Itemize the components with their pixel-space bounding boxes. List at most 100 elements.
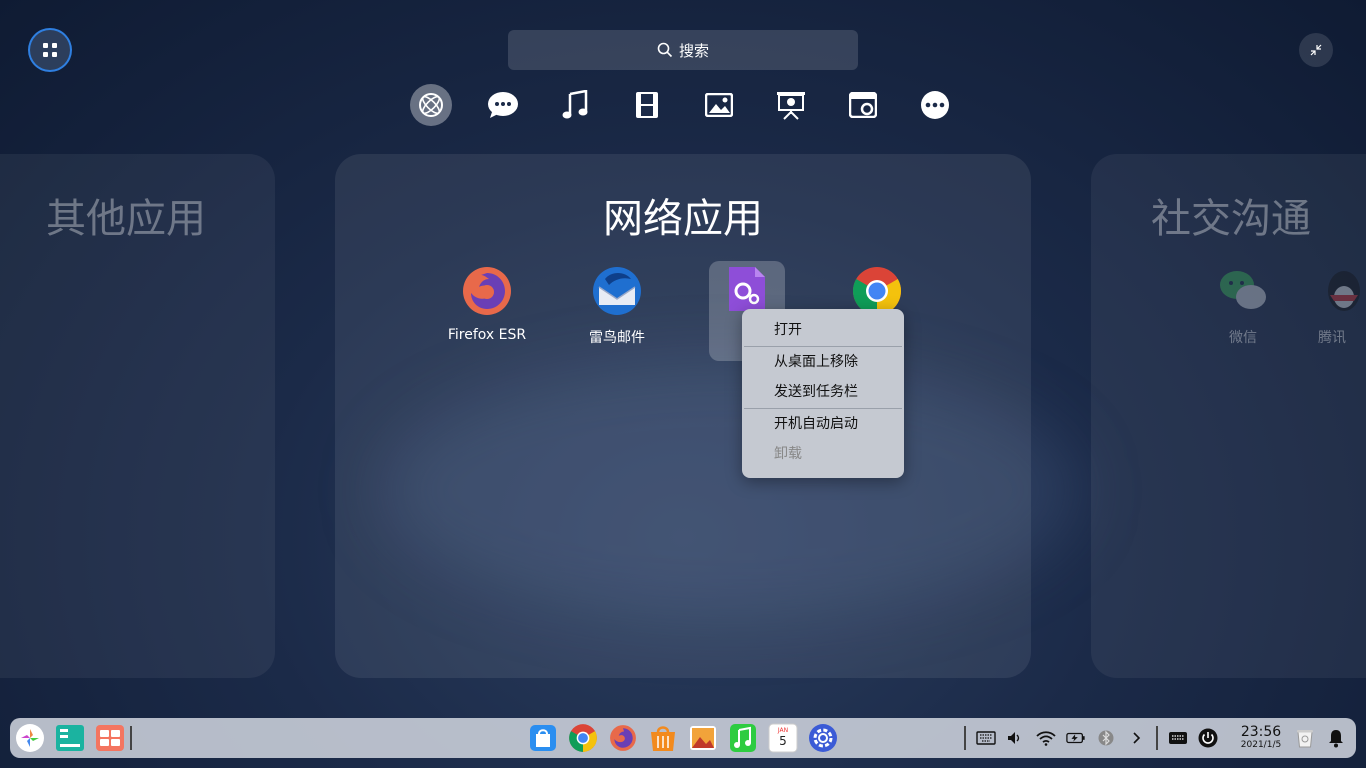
video-icon [636,92,658,118]
search-label: 搜索 [678,41,709,60]
presentation-icon [777,92,805,120]
calendar-day: 5 [779,734,787,748]
app-wechat[interactable]: 微信 [1188,265,1298,347]
dock-separator [130,726,132,750]
wechat-icon [1220,271,1266,309]
battery-charging-icon [1066,732,1085,744]
category-panel-other[interactable]: 其他应用 [0,154,275,678]
dock-firefox[interactable] [607,722,639,754]
trash-icon [1297,730,1313,748]
app-store-icon [530,725,556,751]
dock-app-center[interactable] [647,722,679,754]
tray-bluetooth[interactable] [1096,728,1116,748]
menu-item-send-to-dock[interactable]: 发送到任务栏 [774,381,858,403]
music-icon [562,90,588,119]
internet-icon [419,93,443,117]
settings-app-icon [729,267,765,311]
gear-icon [809,724,837,752]
dock-app-store[interactable] [527,722,559,754]
collapse-icon [1310,44,1322,56]
clock-time: 23:56 [1240,724,1282,740]
app-label: 腾讯 [1318,330,1346,346]
multitask-icon [56,725,84,751]
dock-calendar[interactable]: JAN 5 [767,722,799,754]
category-panel-social[interactable]: 社交沟通 微信 腾讯 [1091,154,1366,678]
music-player-icon [730,724,756,752]
tray-shutdown[interactable] [1198,728,1218,748]
dock-launcher[interactable] [14,722,46,754]
category-video[interactable] [626,84,668,126]
app-firefox-esr[interactable]: Firefox ESR [432,265,542,343]
dock-music[interactable] [727,722,759,754]
shopping-bag-icon [651,726,675,751]
menu-item-remove-from-desktop[interactable]: 从桌面上移除 [774,351,858,373]
panel-title: 网络应用 [603,196,763,242]
dock-control-center[interactable] [807,722,839,754]
image-viewer-icon [690,726,716,750]
tray-volume[interactable] [1004,728,1024,748]
app-label: 微信 [1229,330,1257,346]
exit-fullscreen-button[interactable] [1299,33,1333,67]
category-music[interactable] [554,84,596,126]
dock-image-viewer[interactable] [687,722,719,754]
menu-item-uninstall[interactable]: 卸载 [774,443,802,465]
volume-icon [1008,732,1020,744]
category-bar [410,84,956,126]
tray-battery[interactable] [1066,728,1086,748]
launcher-mode-button[interactable] [30,30,70,70]
category-office[interactable] [770,84,812,126]
tray-notifications[interactable] [1326,728,1346,748]
dock-separator [964,726,966,750]
context-menu: 打开 从桌面上移除 发送到任务栏 开机自动启动 卸载 [742,309,904,478]
panel-title: 其他应用 [46,196,206,242]
tray-keyboard[interactable] [976,728,996,748]
firefox-icon [610,725,636,751]
category-internet[interactable] [410,84,452,126]
chevron-right-icon [1133,732,1141,744]
app-label: 雷鸟邮件 [589,330,645,346]
dock-trash[interactable] [1295,728,1315,748]
bell-icon [1329,730,1343,748]
thunderbird-icon [593,267,641,315]
firefox-icon [463,267,511,315]
menu-separator [744,346,902,347]
calendar-icon: JAN 5 [768,723,798,753]
dock-separator [1156,726,1158,750]
dock: JAN 5 23:56 2021/1/5 [10,718,1356,758]
launcher-icon [16,724,44,752]
menu-item-open[interactable]: 打开 [774,319,802,341]
more-icon [921,91,949,119]
app-thunderbird[interactable]: 雷鸟邮件 [562,265,672,347]
onscreen-keyboard-icon [1169,732,1187,744]
chat-icon [488,92,518,118]
tray-expand[interactable] [1126,728,1146,748]
dock-clock[interactable]: 23:56 2021/1/5 [1233,724,1289,751]
qq-icon [1328,271,1360,311]
category-chat[interactable] [482,84,524,126]
search-icon [657,42,673,58]
category-image[interactable] [698,84,740,126]
developer-icon [849,92,877,118]
image-icon [705,93,733,117]
power-icon [1198,728,1218,748]
app-qq[interactable]: 腾讯 [1318,265,1366,347]
dock-chrome[interactable] [567,722,599,754]
category-more[interactable] [914,84,956,126]
clock-date: 2021/1/5 [1240,740,1282,750]
grid-icon [43,43,57,57]
wifi-icon [1036,731,1056,746]
calendar-month: JAN [777,727,788,734]
menu-item-autostart[interactable]: 开机自动启动 [774,413,858,435]
dock-multitask-view[interactable] [54,722,86,754]
app-label: Firefox ESR [447,327,527,343]
tray-onboard-keyboard[interactable] [1168,728,1188,748]
bluetooth-icon [1098,730,1114,746]
chrome-icon [569,724,597,752]
category-developer[interactable] [842,84,884,126]
menu-separator [744,408,902,409]
dock-show-desktop[interactable] [94,722,126,754]
category-panel-internet[interactable]: 网络应用 Firefox ESR 雷鸟邮件 [335,154,1031,678]
search-input[interactable]: 搜索 [508,30,858,70]
keyboard-icon [976,731,996,745]
tray-wifi[interactable] [1036,728,1056,748]
